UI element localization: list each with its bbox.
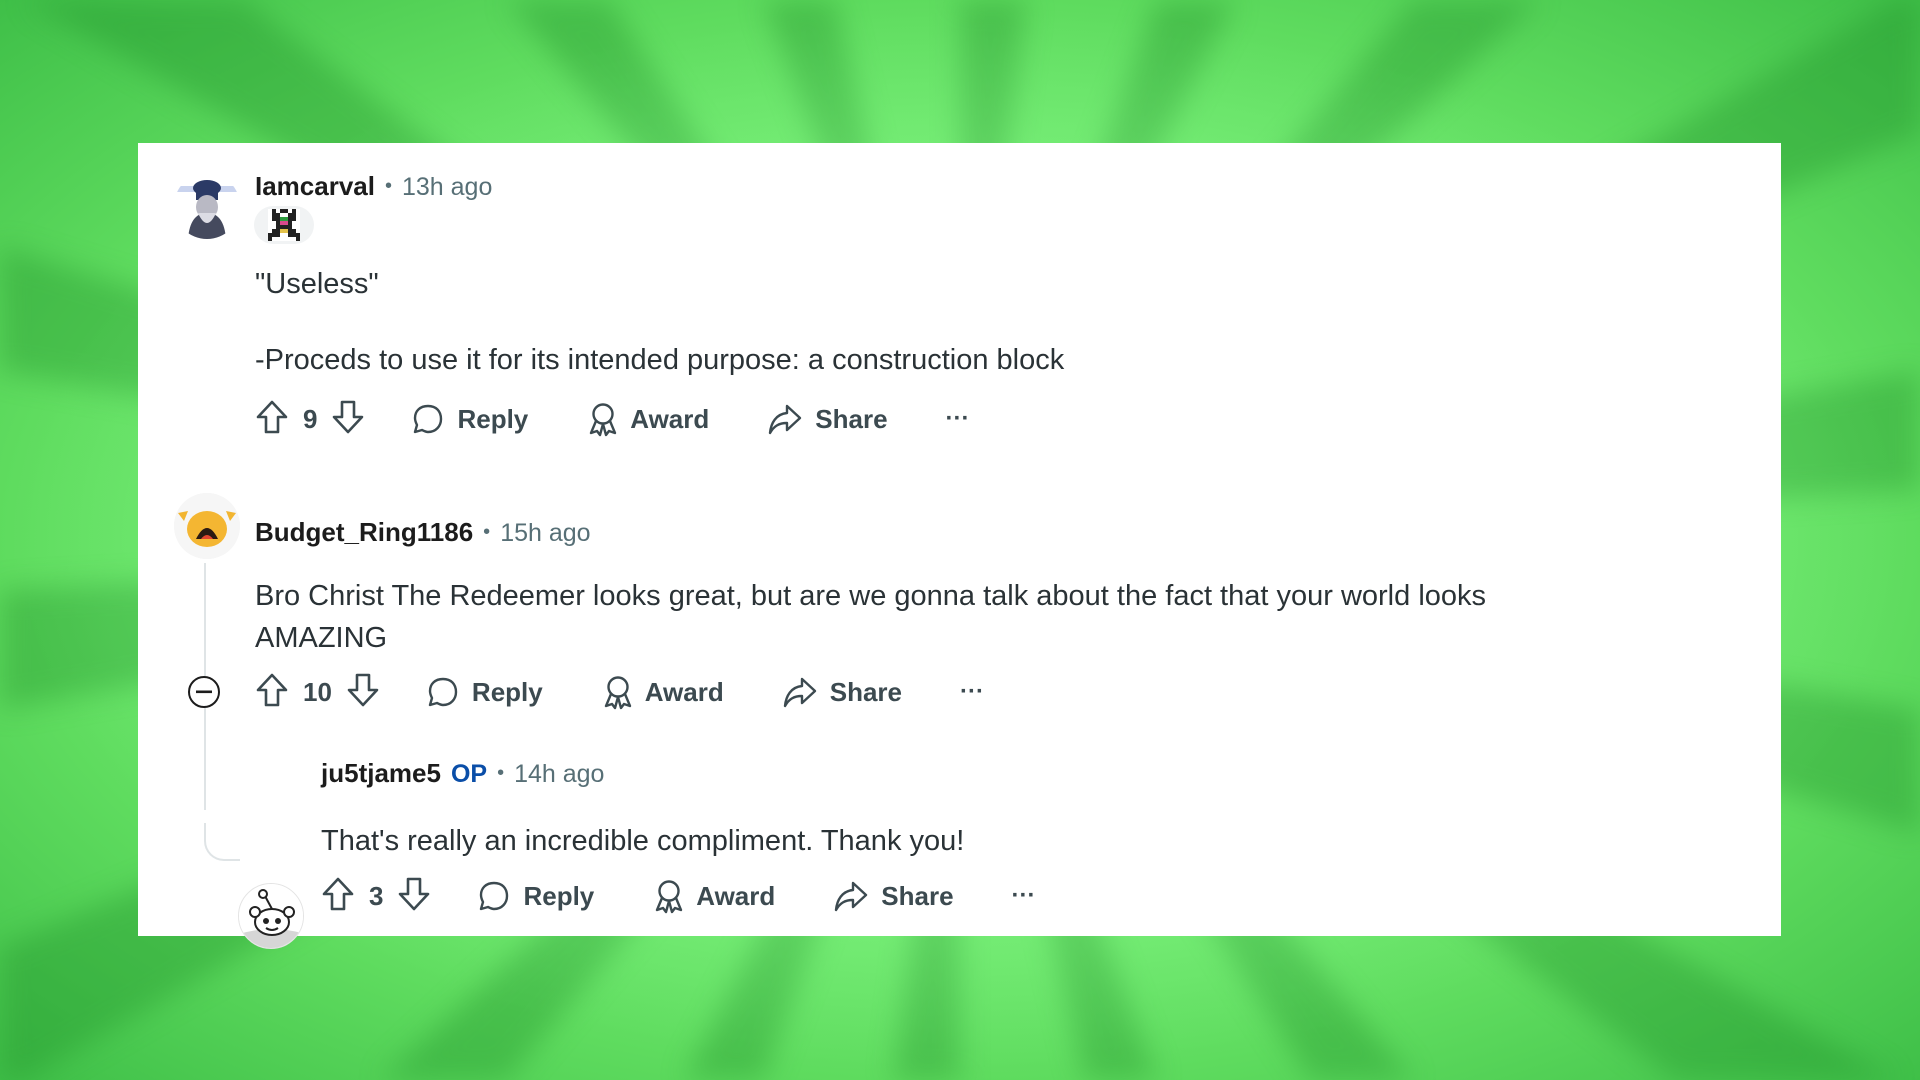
reply-avatar[interactable]	[238, 883, 304, 949]
award-ribbon-icon	[652, 878, 686, 914]
arrow-down-icon[interactable]	[346, 672, 380, 713]
comment-body-line-1: "Useless"	[255, 268, 379, 300]
avatar[interactable]	[174, 173, 240, 239]
op-badge: OP	[450, 760, 488, 788]
arrow-up-icon[interactable]	[255, 672, 289, 713]
separator-dot: •	[384, 175, 392, 197]
collapse-minus-icon[interactable]	[188, 676, 220, 708]
award-button[interactable]: Award	[652, 878, 775, 914]
arrow-down-icon[interactable]	[331, 399, 365, 440]
user-flair-badge	[254, 206, 314, 244]
reply-button[interactable]: Reply	[426, 675, 543, 709]
comment-card: Iamcarval • 13h ago "Useless" -Proceds t…	[138, 143, 1781, 949]
share-button[interactable]: Share	[767, 402, 888, 436]
timestamp[interactable]: 15h ago	[500, 519, 590, 548]
pixel-creeper-icon	[268, 209, 300, 241]
share-label: Share	[881, 880, 954, 911]
speech-bubble-icon	[426, 675, 460, 709]
share-button[interactable]: Share	[782, 675, 902, 709]
vote-count: 9	[303, 403, 318, 434]
speech-bubble-icon	[477, 879, 511, 913]
timestamp[interactable]: 13h ago	[402, 173, 492, 202]
comment-body-line-2: -Proceds to use it for its intended purp…	[255, 344, 1065, 376]
arrow-down-icon[interactable]	[397, 876, 431, 917]
comment-iamcarval: Iamcarval • 13h ago "Useless" -Proceds t…	[138, 143, 1781, 473]
reply-button[interactable]: Reply	[477, 879, 594, 913]
share-arrow-icon	[833, 879, 869, 913]
username[interactable]: Iamcarval	[255, 171, 375, 202]
reply-label: Reply	[471, 676, 543, 707]
comment-actions: 10 Reply Award Share ···	[255, 672, 984, 712]
arrow-up-icon[interactable]	[321, 876, 355, 917]
reply-button[interactable]: Reply	[411, 402, 528, 436]
award-ribbon-icon	[601, 674, 635, 710]
comment-actions: 3 Reply Award Share ···	[321, 876, 1036, 916]
arrow-up-icon[interactable]	[255, 399, 289, 440]
separator-dot: •	[497, 762, 505, 784]
comment-body-line-1: That's really an incredible compliment. …	[321, 825, 965, 857]
timestamp[interactable]: 14h ago	[514, 760, 604, 789]
comment-actions: 9 Reply Award Share ···	[255, 399, 970, 439]
award-label: Award	[644, 676, 724, 707]
separator-dot: •	[483, 521, 491, 543]
reply-label: Reply	[457, 403, 529, 434]
share-arrow-icon	[767, 402, 803, 436]
speech-bubble-icon	[411, 402, 445, 436]
share-label: Share	[815, 403, 888, 434]
avatar[interactable]	[174, 493, 240, 559]
award-button[interactable]: Award	[601, 674, 724, 710]
vote-count: 3	[369, 880, 384, 911]
award-button[interactable]: Award	[586, 401, 709, 437]
share-label: Share	[829, 676, 902, 707]
more-dots-icon[interactable]: ···	[946, 405, 970, 433]
award-label: Award	[630, 403, 710, 434]
vote-count: 10	[303, 676, 332, 707]
comment-body-line-2: AMAZING	[255, 622, 388, 654]
award-ribbon-icon	[586, 401, 620, 437]
username[interactable]: Budget_Ring1186	[255, 517, 473, 548]
more-dots-icon[interactable]: ···	[1012, 882, 1036, 910]
more-dots-icon[interactable]: ···	[960, 678, 984, 706]
reply-label: Reply	[523, 880, 595, 911]
comment-body-line-1: Bro Christ The Redeemer looks great, but…	[255, 580, 1487, 612]
share-button[interactable]: Share	[833, 879, 954, 913]
award-label: Award	[696, 880, 776, 911]
share-arrow-icon	[782, 675, 818, 709]
username[interactable]: ju5tjame5	[321, 758, 441, 789]
